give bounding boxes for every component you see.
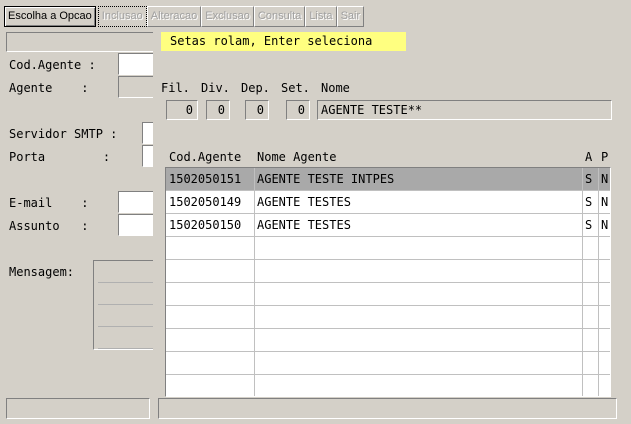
column-divider xyxy=(254,168,255,396)
table-row-empty xyxy=(166,237,610,260)
consulta-button[interactable]: Consulta xyxy=(253,6,306,27)
cell-cod: 1502050149 xyxy=(169,195,242,209)
col-header-nome: Nome Agente xyxy=(257,150,337,164)
fil-input[interactable]: 0 xyxy=(166,100,198,120)
agente-label: Agente : xyxy=(9,81,89,95)
email-input[interactable] xyxy=(118,191,158,213)
cell-a: S xyxy=(585,218,593,232)
sair-button[interactable]: Sair xyxy=(336,6,365,27)
column-divider xyxy=(598,168,599,396)
top-info-field xyxy=(6,32,166,52)
table-row-empty xyxy=(166,283,610,306)
set-header: Set. xyxy=(281,81,310,95)
cell-nome: AGENTE TESTES xyxy=(257,218,351,232)
toolbar: Escolha a Opcao Inclusao Alteracao Exclu… xyxy=(4,6,365,27)
cod-agente-input[interactable] xyxy=(118,53,158,75)
table-row[interactable]: 1502050150 AGENTE TESTES S N xyxy=(166,214,610,237)
cell-p: N xyxy=(601,218,609,232)
cod-agente-label: Cod.Agente : xyxy=(9,58,96,72)
servidor-smtp-label: Servidor SMTP : xyxy=(9,127,118,141)
cell-p: N xyxy=(601,195,609,209)
status-bar-left xyxy=(6,398,150,419)
cell-nome: AGENTE TESTE INTPES xyxy=(257,172,395,186)
nome-filter-input[interactable]: AGENTE TESTE** xyxy=(317,100,612,120)
table-row-empty xyxy=(166,306,610,329)
lista-button[interactable]: Lista xyxy=(305,6,337,27)
table-row-empty xyxy=(166,329,610,352)
alteracao-button[interactable]: Alteracao xyxy=(146,6,202,27)
cell-cod: 1502050150 xyxy=(169,218,242,232)
inclusao-button[interactable]: Inclusao xyxy=(97,6,147,27)
popup-status-bar xyxy=(158,398,617,419)
popup-hint: Setas rolam, Enter seleciona xyxy=(161,32,406,51)
table-row-empty xyxy=(166,352,610,375)
col-header-p: P xyxy=(601,150,609,164)
assunto-input[interactable] xyxy=(118,214,158,236)
div-input[interactable]: 0 xyxy=(206,100,230,120)
table-row[interactable]: 1502050151 AGENTE TESTE INTPES S N xyxy=(166,168,610,191)
porta-label: Porta : xyxy=(9,150,111,164)
agente-input[interactable] xyxy=(118,76,158,98)
cell-nome: AGENTE TESTES xyxy=(257,195,351,209)
cell-cod: 1502050151 xyxy=(169,172,242,186)
col-header-cod: Cod.Agente xyxy=(169,150,242,164)
set-input[interactable]: 0 xyxy=(286,100,310,120)
agent-grid[interactable]: 1502050151 AGENTE TESTE INTPES S N 15020… xyxy=(165,167,611,397)
dep-header: Dep. xyxy=(241,81,270,95)
table-row-empty xyxy=(166,260,610,283)
dep-input[interactable]: 0 xyxy=(245,100,269,120)
div-header: Div. xyxy=(201,81,230,95)
escolha-opcao-button[interactable]: Escolha a Opcao xyxy=(4,6,96,27)
email-label: E-mail : xyxy=(9,196,89,210)
exclusao-button[interactable]: Exclusao xyxy=(201,6,254,27)
mensagem-textarea[interactable] xyxy=(93,260,155,350)
cell-a: S xyxy=(585,195,593,209)
cell-a: S xyxy=(585,172,593,186)
fil-header: Fil. xyxy=(161,81,190,95)
col-header-a: A xyxy=(585,150,593,164)
cell-p: N xyxy=(601,172,609,186)
table-row-empty xyxy=(166,375,610,396)
column-divider xyxy=(582,168,583,396)
mensagem-label: Mensagem: xyxy=(9,265,75,279)
table-row[interactable]: 1502050149 AGENTE TESTES S N xyxy=(166,191,610,214)
nome-header: Nome xyxy=(321,81,350,95)
assunto-label: Assunto : xyxy=(9,219,89,233)
